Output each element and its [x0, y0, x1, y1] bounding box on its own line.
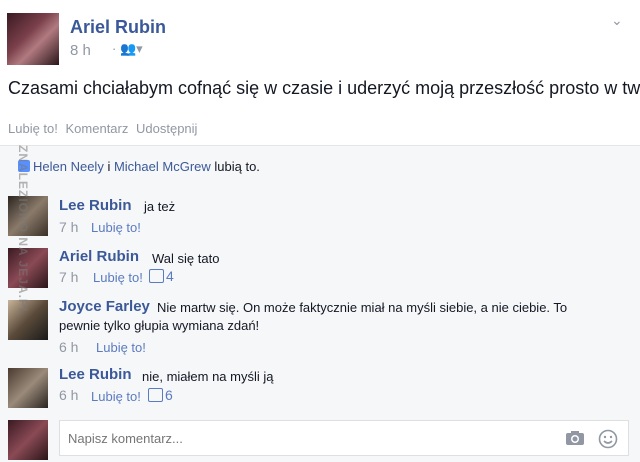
comment-like-count: 6 [148, 387, 173, 403]
camera-icon[interactable] [565, 430, 585, 446]
comment-input[interactable] [68, 431, 448, 446]
comment-composer[interactable] [59, 420, 629, 456]
current-user-avatar [8, 420, 48, 460]
comment-text: nie, miałem na myśli ją [142, 369, 274, 384]
comment-like-button[interactable]: Lubię to! [93, 270, 143, 285]
post-author-name[interactable]: Ariel Rubin [70, 17, 166, 38]
like-button[interactable]: Lubię to! [8, 121, 58, 136]
comment-timestamp[interactable]: 6 h [59, 339, 78, 355]
comment-like-button[interactable]: Lubię to! [91, 389, 141, 404]
commenter-name[interactable]: Lee Rubin [59, 366, 132, 383]
comment-timestamp[interactable]: 6 h [59, 387, 78, 403]
comment-timestamp[interactable]: 7 h [59, 269, 78, 285]
author-avatar[interactable] [7, 13, 59, 65]
likes-suffix: lubią to. [214, 159, 260, 174]
comments-section: Helen Neely i Michael McGrew lubią to. L… [0, 145, 640, 462]
thumbs-up-icon [148, 388, 163, 402]
comment-like-button[interactable]: Lubię to! [96, 340, 146, 355]
chevron-down-icon[interactable]: ⌄ [611, 12, 623, 29]
watermark-text: ZNALEZIONO NA JEJA.PL [16, 145, 30, 317]
comment-text: Nie martw się. On może faktycznie miał n… [59, 300, 568, 333]
liker-link[interactable]: Helen Neely [33, 159, 104, 174]
comment-like-button[interactable]: Lubię to! [91, 220, 141, 235]
comment-text: ja też [144, 199, 176, 214]
share-button[interactable]: Udostępnij [136, 121, 197, 136]
friends-icon[interactable]: · 👥▾ [112, 41, 143, 57]
emoji-icon[interactable] [598, 429, 618, 449]
likes-summary: Helen Neely i Michael McGrew lubią to. [18, 159, 260, 174]
post-timestamp[interactable]: 8 h [70, 42, 91, 59]
comment-button[interactable]: Komentarz [66, 121, 129, 136]
comment-timestamp[interactable]: 7 h [59, 219, 78, 235]
post-text: Czasami chciałabym cofnąć się w czasie i… [8, 78, 640, 98]
comment-text: Wal się tato [152, 251, 220, 266]
likes-conjunction: i [107, 159, 111, 174]
post-header: Ariel Rubin 8 h · 👥▾ ⌄ [0, 0, 640, 72]
commenter-name[interactable]: Ariel Rubin [59, 248, 139, 265]
post-actions: Lubię to! Komentarz Udostępnij [8, 121, 201, 136]
commenter-name[interactable]: Lee Rubin [59, 197, 132, 214]
thumbs-up-icon [149, 269, 164, 283]
commenter-avatar[interactable] [8, 368, 48, 408]
liker-link[interactable]: Michael McGrew [114, 159, 211, 174]
comment-like-count: 4 [149, 268, 174, 284]
